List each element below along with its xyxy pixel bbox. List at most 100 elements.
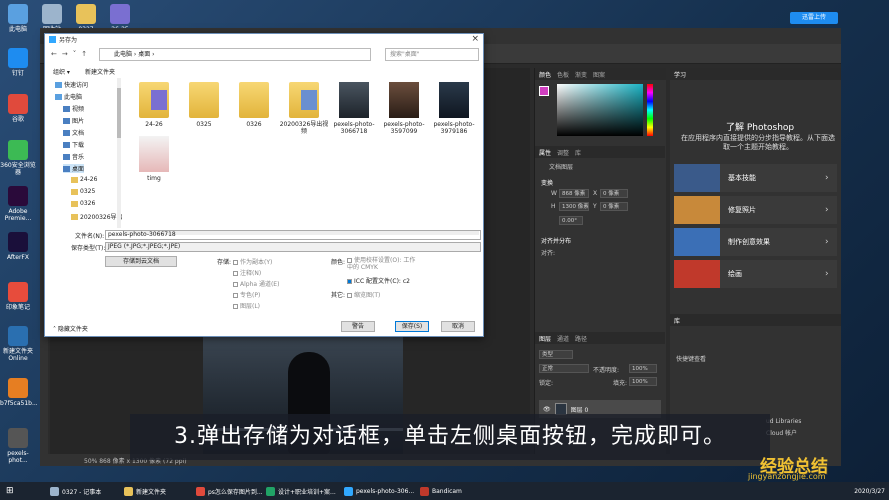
align-header[interactable]: 对齐并分布 — [541, 236, 571, 245]
learn-panel-tabs[interactable]: 学习 — [670, 68, 841, 80]
layer-name[interactable]: 图层 0 — [571, 405, 589, 414]
save-to-cloud-button[interactable]: 存储到云文档 — [105, 256, 177, 267]
search-input[interactable]: 搜索"桌面" — [385, 48, 479, 61]
new-folder-button[interactable]: 新建文件夹 — [85, 67, 115, 76]
nav-item[interactable]: 文档 — [63, 128, 84, 137]
icc-checkbox[interactable]: ICC 配置文件(C): c2 — [347, 276, 410, 285]
warning-button[interactable]: 警告 — [341, 321, 375, 332]
x-field[interactable]: 0 像素 — [600, 189, 628, 198]
tab-color[interactable]: 颜色 — [539, 70, 551, 79]
nav-item[interactable]: 快速访问 — [55, 80, 88, 89]
blend-mode-select[interactable]: 正常 — [539, 364, 589, 373]
layers-checkbox[interactable]: 图层(L) — [233, 301, 260, 310]
foreground-color-swatch[interactable] — [539, 86, 549, 96]
file-item[interactable]: timg — [129, 136, 179, 182]
save-button[interactable]: 保存(S) — [395, 321, 429, 332]
desktop-icon[interactable]: b7f5ca51b... — [0, 378, 38, 407]
desktop-icon[interactable]: 谷歌 — [0, 94, 36, 123]
recent-chevron-icon[interactable]: ˅ — [73, 50, 77, 58]
library-tabs[interactable]: 库 — [670, 314, 841, 326]
eye-icon[interactable]: 👁 — [543, 406, 551, 413]
as-copy-checkbox[interactable]: 作为副本(Y) — [233, 257, 272, 266]
taskbar-item[interactable]: ps怎么保存图片到... — [196, 483, 263, 499]
tab-swatches[interactable]: 色板 — [557, 70, 569, 79]
tab-layers[interactable]: 图层 — [539, 334, 551, 343]
desktop-icon[interactable]: pexels-phot... — [0, 428, 36, 464]
file-item[interactable]: 24-26 — [129, 82, 179, 128]
file-item[interactable]: pexels-photo-3066718 — [329, 82, 379, 135]
tab-gradients[interactable]: 渐变 — [575, 70, 587, 79]
nav-item[interactable]: 24-26 — [71, 176, 97, 183]
nav-item[interactable]: 视频 — [63, 104, 84, 113]
taskbar-item[interactable]: pexels-photo-306... — [344, 483, 414, 499]
tab-properties[interactable]: 属性 — [539, 148, 551, 157]
file-item[interactable]: 20200326导出视频 — [279, 82, 329, 135]
taskbar-item[interactable]: 0327 - 记事本 — [50, 483, 101, 499]
nav-item[interactable]: 0325 — [71, 188, 95, 195]
desktop-icon[interactable]: 印象笔记 — [0, 282, 36, 311]
back-arrow-icon[interactable]: ← — [51, 50, 57, 58]
desktop-icon[interactable]: AfterFX — [0, 232, 36, 261]
width-field[interactable]: 868 像素 — [559, 189, 589, 198]
filetype-select[interactable]: JPEG (*.JPG;*.JPEG;*.JPE) — [105, 242, 481, 252]
angle-field[interactable]: 0.00° — [559, 216, 583, 225]
tab-learn[interactable]: 学习 — [674, 70, 686, 79]
scroll-thumb[interactable] — [117, 88, 121, 138]
taskbar-item[interactable]: Bandicam — [420, 483, 462, 499]
start-icon[interactable]: ⊞ — [6, 486, 14, 496]
color-picker-field[interactable] — [557, 84, 643, 136]
learn-card-creative[interactable]: 制作创意效果 › — [674, 228, 837, 256]
nav-item[interactable]: 20200326导出 — [71, 212, 123, 221]
hue-slider[interactable] — [647, 84, 653, 136]
tab-patterns[interactable]: 图案 — [593, 70, 605, 79]
filename-input[interactable]: pexels-photo-3066718 — [105, 230, 481, 240]
tab-library[interactable]: 库 — [674, 316, 680, 325]
spot-checkbox[interactable]: 专色(P) — [233, 290, 260, 299]
cloud-upload-button[interactable]: 迅雷上传 — [790, 12, 838, 24]
address-bar[interactable]: 此电脑 › 桌面 › — [99, 48, 371, 61]
cancel-button[interactable]: 取消 — [441, 321, 475, 332]
file-item[interactable]: 0326 — [229, 82, 279, 128]
nav-item[interactable]: 0326 — [71, 200, 95, 207]
thumbnail-checkbox[interactable]: 缩览图(T) — [347, 290, 380, 299]
close-icon[interactable]: × — [471, 34, 479, 44]
file-item[interactable]: pexels-photo-3597099 — [379, 82, 429, 135]
tab-paths[interactable]: 路径 — [575, 334, 587, 343]
properties-tabs[interactable]: 属性 调整 库 — [535, 146, 665, 158]
color-panel-tabs[interactable]: 颜色 色板 渐变 图案 — [535, 68, 666, 80]
tab-libraries[interactable]: 库 — [575, 148, 581, 157]
learn-card-basic[interactable]: 基本技能 › — [674, 164, 837, 192]
nav-item[interactable]: 下载 — [63, 140, 84, 149]
taskbar-item[interactable]: 设计+职业培训+案... — [266, 483, 336, 499]
tab-channels[interactable]: 通道 — [557, 334, 569, 343]
nav-item[interactable]: 桌面 — [63, 164, 85, 173]
tab-adjustments[interactable]: 调整 — [557, 148, 569, 157]
desktop-icon[interactable]: 此电脑 — [0, 4, 36, 33]
hide-folders-toggle[interactable]: ˄ 隐藏文件夹 — [53, 324, 88, 333]
taskbar-item[interactable]: 新建文件夹 — [124, 483, 166, 499]
nav-item[interactable]: 此电脑 — [55, 92, 82, 101]
fill-field[interactable]: 100% — [629, 377, 657, 386]
file-item[interactable]: pexels-photo-3979186 — [429, 82, 479, 135]
nav-item[interactable]: 音乐 — [63, 152, 84, 161]
opacity-field[interactable]: 100% — [629, 364, 657, 373]
height-field[interactable]: 1300 像素 — [559, 202, 589, 211]
learn-card-painting[interactable]: 绘画 › — [674, 260, 837, 288]
desktop-icon[interactable]: 钉钉 — [0, 48, 36, 77]
desktop-icon[interactable]: 新建文件夹 Online — [0, 326, 36, 362]
desktop-icon[interactable]: Adobe Premie... — [0, 186, 36, 222]
learn-card-fix-photo[interactable]: 修复照片 › — [674, 196, 837, 224]
transform-header[interactable]: 变换 — [541, 178, 553, 187]
nav-item[interactable]: 图片 — [63, 116, 84, 125]
y-field[interactable]: 0 像素 — [600, 202, 628, 211]
nav-scrollbar[interactable] — [117, 78, 121, 228]
desktop-icon[interactable]: 360安全浏览器 — [0, 140, 36, 176]
layers-tabs[interactable]: 图层 通道 路径 — [535, 332, 665, 344]
proof-checkbox[interactable]: 使用校样设置(O): 工作中的 CMYK — [347, 257, 421, 271]
up-arrow-icon[interactable]: ↑ — [81, 50, 87, 58]
alpha-checkbox[interactable]: Alpha 通道(E) — [233, 279, 279, 288]
notes-checkbox[interactable]: 注释(N) — [233, 268, 261, 277]
layer-kind-filter[interactable]: 类型 — [539, 350, 573, 359]
forward-arrow-icon[interactable]: → — [62, 50, 68, 58]
organize-button[interactable]: 组织 ▾ — [53, 67, 70, 76]
